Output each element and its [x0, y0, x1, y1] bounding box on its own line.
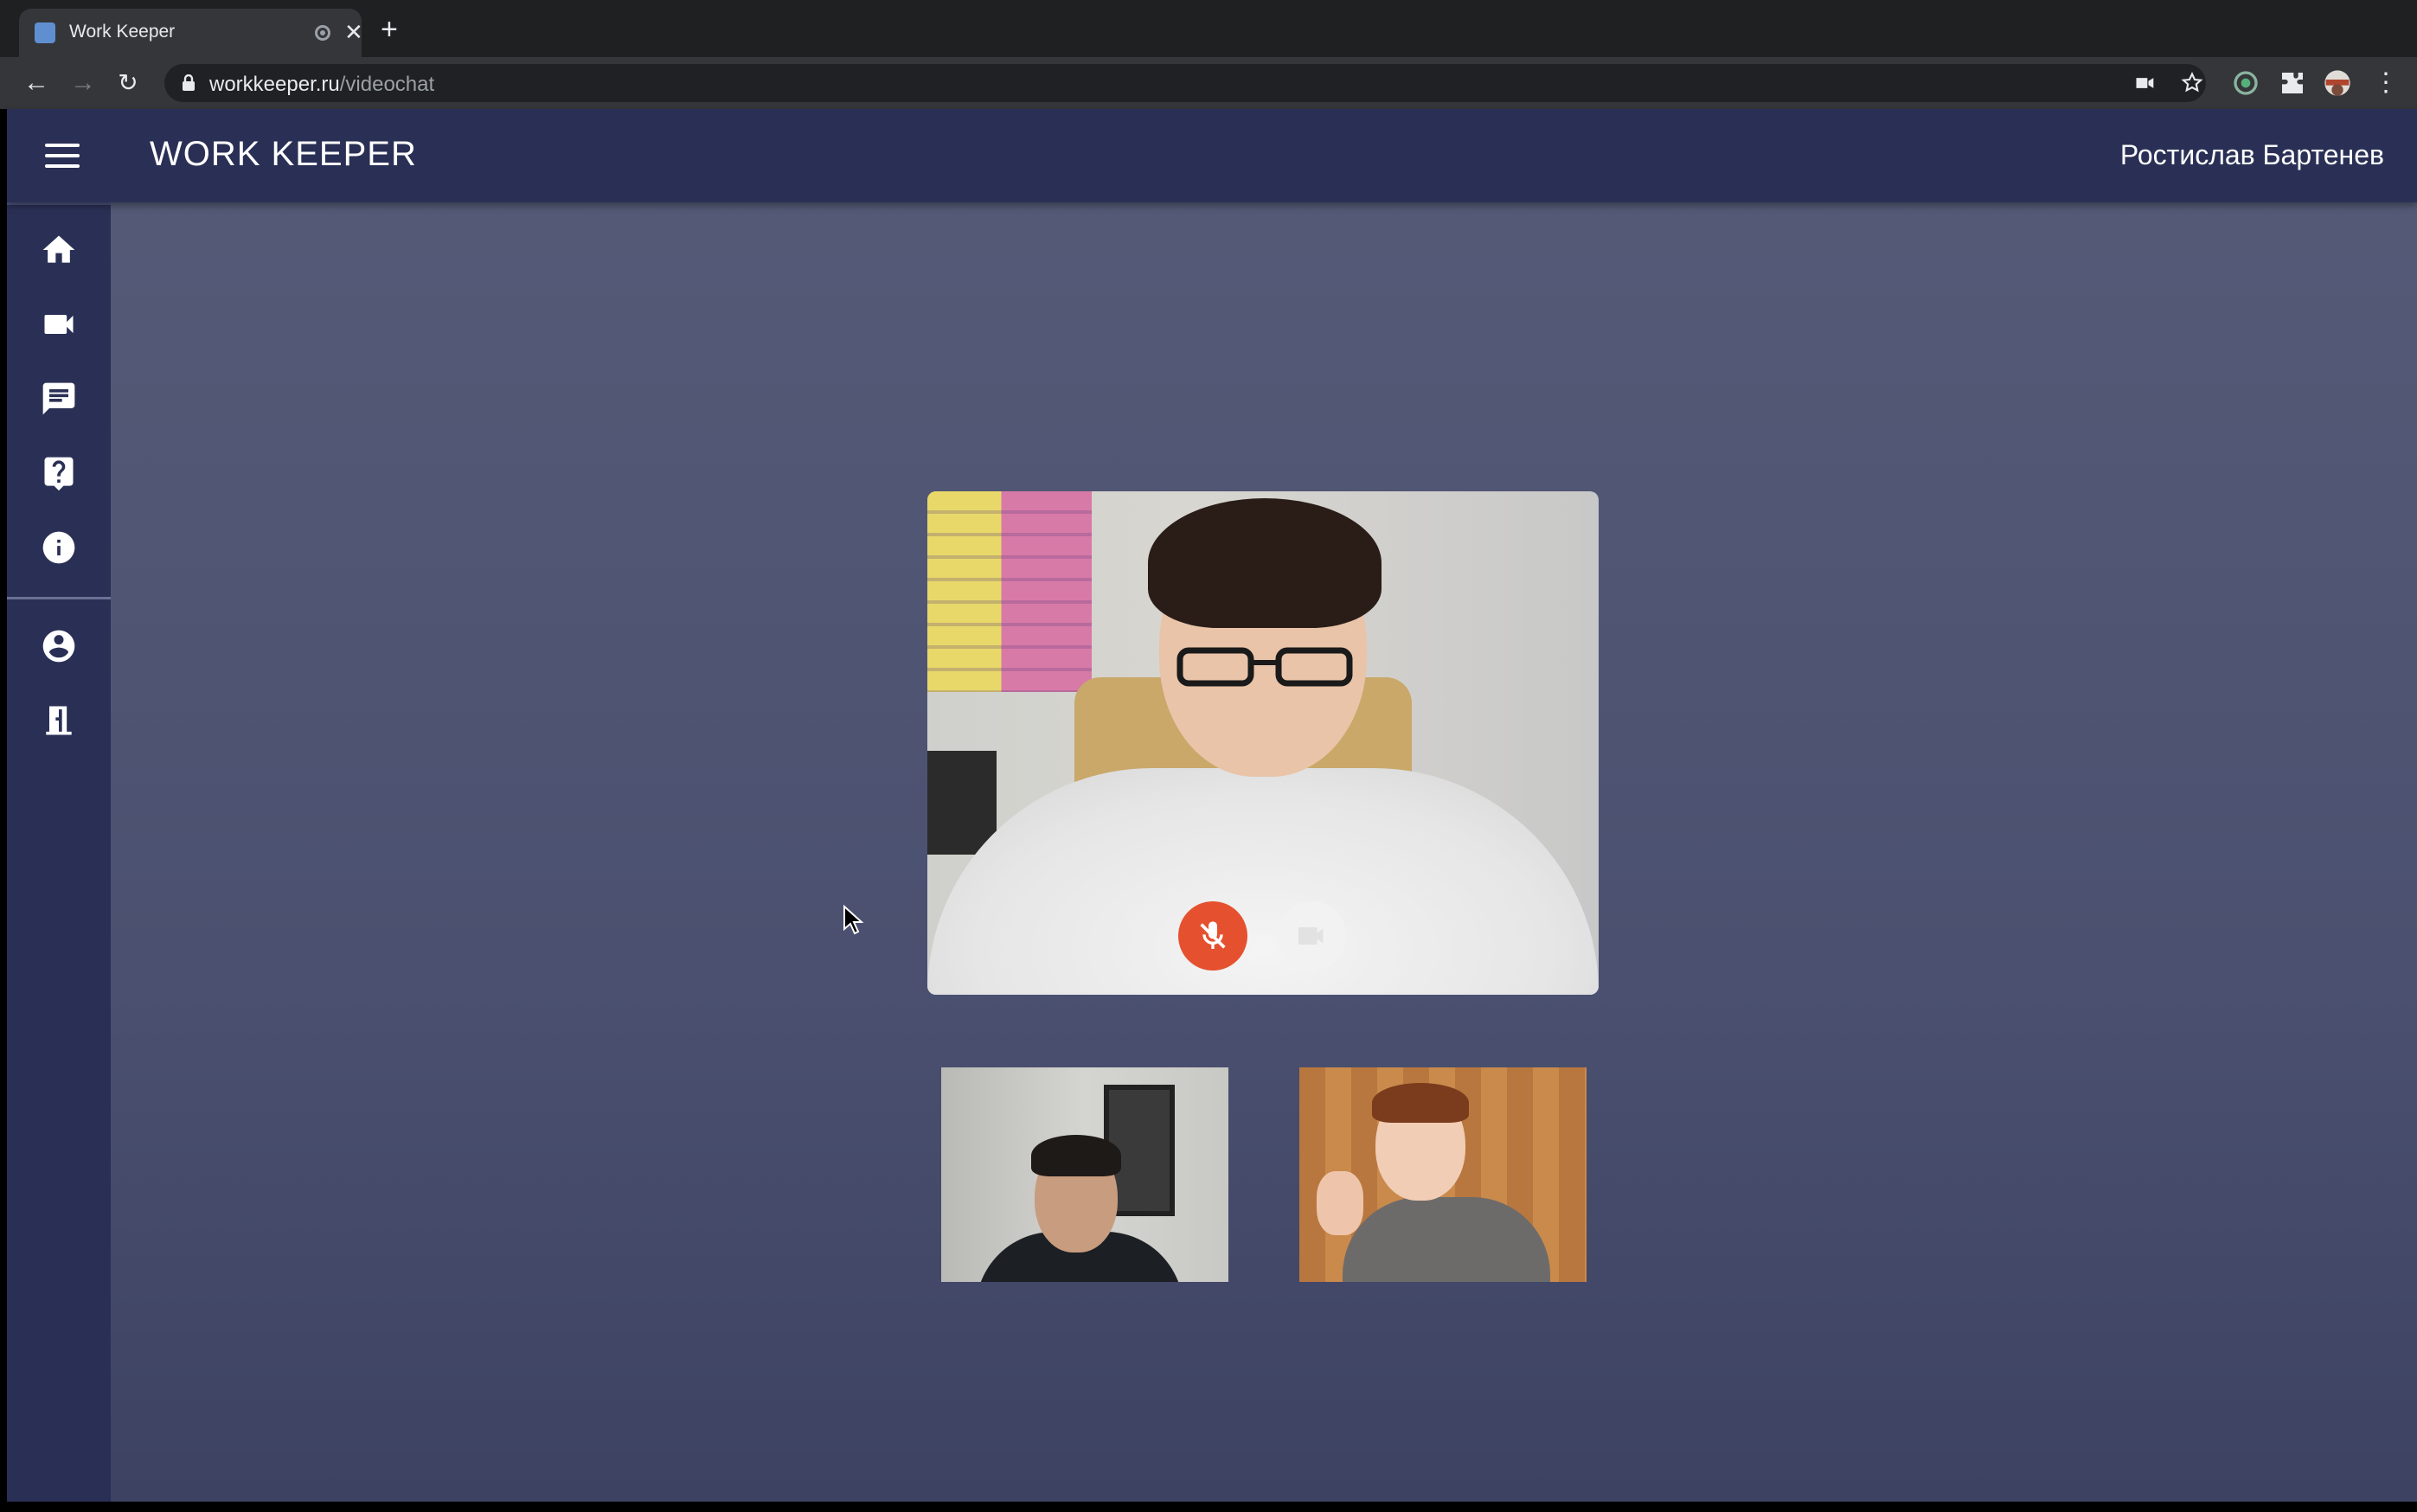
- sidebar-item-logout[interactable]: [7, 689, 111, 753]
- current-user-name[interactable]: Ростислав Бартенев: [2120, 139, 2384, 171]
- tab-recording-indicator-icon: [315, 25, 330, 41]
- mic-off-icon: [1200, 921, 1226, 949]
- sidebar-divider: [7, 597, 111, 599]
- sidebar-divider-top: [7, 202, 111, 205]
- tab-close-icon[interactable]: ✕: [344, 19, 363, 45]
- home-icon: [42, 235, 75, 263]
- participant-video-tile[interactable]: [941, 1067, 1228, 1282]
- exit-door-icon: [46, 706, 72, 735]
- lock-icon: [183, 74, 195, 91]
- screen-bottom-edge: [0, 1502, 2417, 1512]
- site-favicon-icon: [35, 22, 55, 43]
- participant-hair-image: [1031, 1135, 1121, 1176]
- url-text: workkeeper.ru/videochat: [209, 73, 435, 96]
- forward-arrow-icon[interactable]: →: [67, 67, 99, 99]
- camera-in-use-icon[interactable]: [2133, 71, 2157, 95]
- sidebar-nav: [7, 202, 111, 1502]
- bookmark-star-icon[interactable]: [2180, 71, 2204, 95]
- mic-toggle-button[interactable]: [1178, 901, 1247, 971]
- help-icon: [44, 457, 74, 491]
- participant-hair-image: [1148, 498, 1382, 628]
- new-tab-button[interactable]: +: [381, 14, 398, 45]
- browser-menu-icon[interactable]: ⋮: [2370, 67, 2401, 99]
- sidebar-item-home[interactable]: [7, 218, 111, 282]
- videochat-stage: [111, 202, 2417, 1502]
- videocam-icon: [44, 315, 74, 334]
- participant-waving-hand-image: [1317, 1171, 1363, 1235]
- mouse-cursor-icon: [843, 905, 863, 935]
- participant-body-image: [927, 768, 1599, 995]
- info-icon: [42, 531, 75, 564]
- address-bar[interactable]: workkeeper.ru/videochat: [164, 64, 2206, 102]
- main-video-tile[interactable]: [927, 491, 1599, 995]
- videocam-icon: [1298, 927, 1324, 945]
- participant-glasses-image: [1176, 647, 1353, 687]
- app-brand-title: WORK KEEPER: [150, 135, 417, 173]
- sidebar-item-help[interactable]: [7, 441, 111, 505]
- wall-poster-image: [927, 491, 1092, 692]
- sidebar-item-profile[interactable]: [7, 614, 111, 678]
- participant-body-image: [1343, 1197, 1550, 1282]
- back-arrow-icon[interactable]: ←: [21, 67, 52, 99]
- account-circle-icon: [42, 630, 75, 663]
- browser-tab-active[interactable]: Work Keeper ✕: [19, 9, 363, 57]
- sidebar-item-info[interactable]: [7, 516, 111, 580]
- reload-icon[interactable]: ↻: [112, 67, 144, 99]
- background-printer-image: [927, 751, 997, 855]
- browser-tabstrip: Work Keeper ✕ +: [0, 0, 2417, 57]
- browser-toolbar: ← → ↻ workkeeper.ru/videochat ⋮: [0, 57, 2417, 109]
- participant-hair-image: [1372, 1083, 1469, 1123]
- app-root: WORK KEEPER Ростислав Бартенев: [7, 109, 2417, 1502]
- participant-video-tile[interactable]: [1299, 1067, 1587, 1282]
- sidebar-item-chat[interactable]: [7, 367, 111, 431]
- menu-hamburger-icon[interactable]: [45, 144, 80, 170]
- extensions-puzzle-icon[interactable]: [2279, 69, 2306, 97]
- profile-avatar-icon[interactable]: [2324, 69, 2351, 97]
- extension-green-icon[interactable]: [2232, 69, 2260, 97]
- sidebar-item-videochat[interactable]: [7, 292, 111, 356]
- camera-toggle-button[interactable]: [1277, 901, 1346, 971]
- tab-title: Work Keeper: [69, 22, 176, 42]
- chat-icon: [42, 382, 75, 415]
- app-header: WORK KEEPER Ростислав Бартенев: [7, 109, 2417, 202]
